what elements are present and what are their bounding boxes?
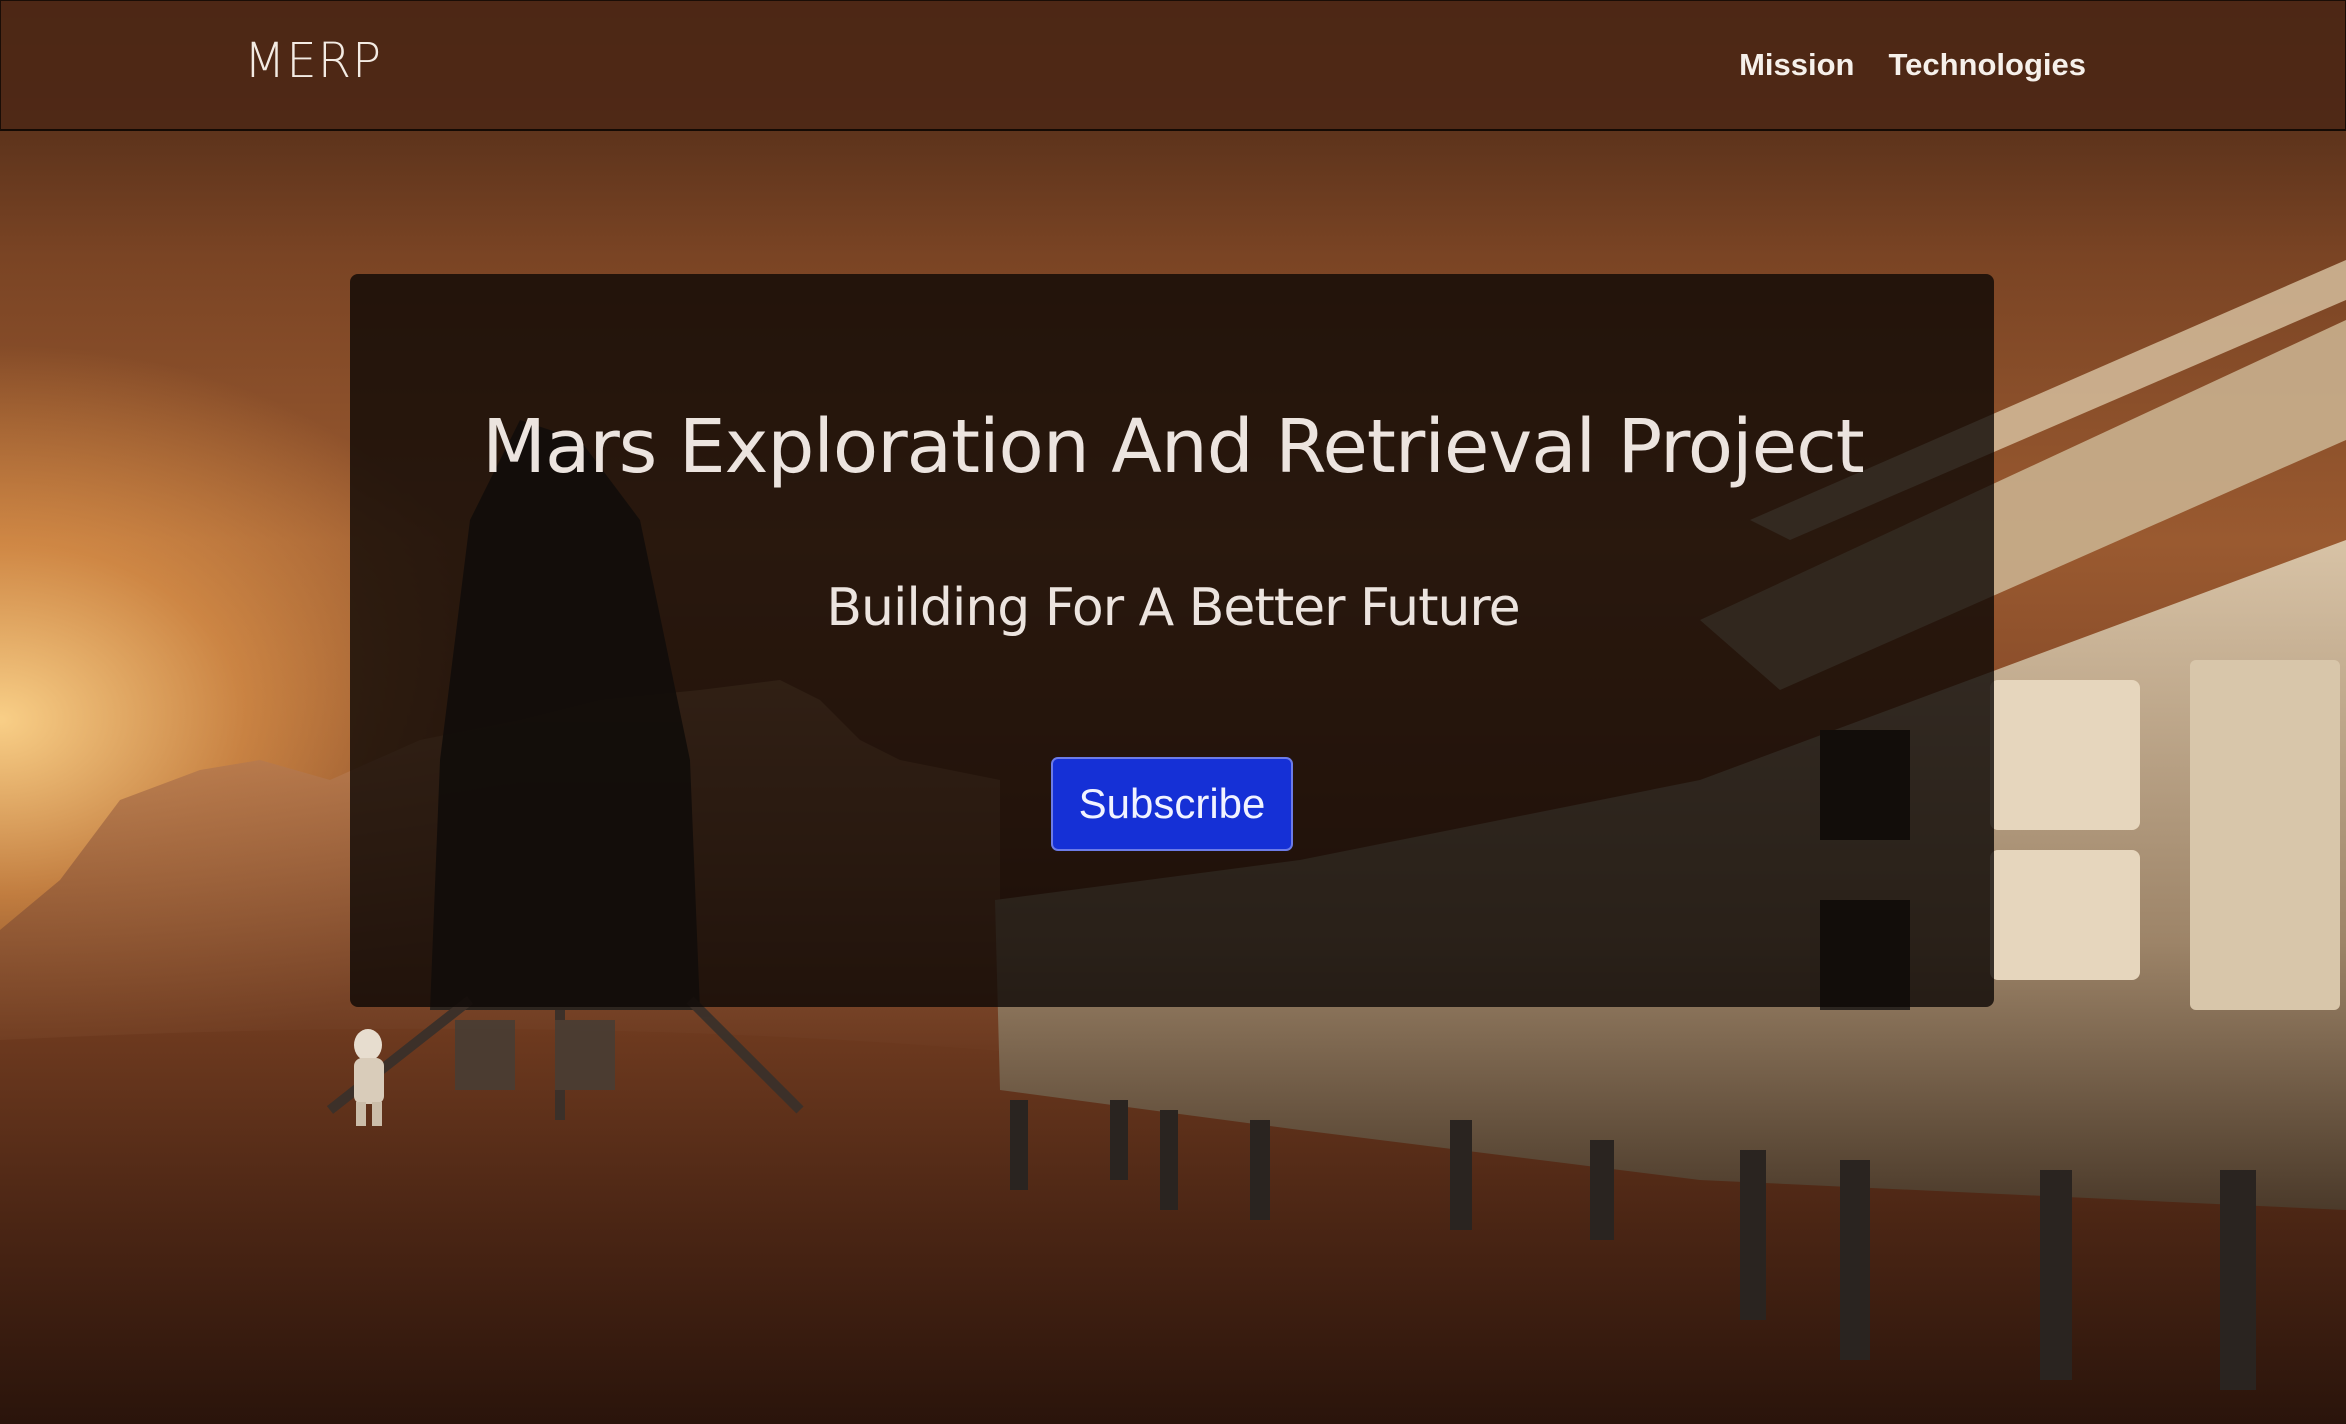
top-navbar: MERP Mission Technologies — [0, 0, 2346, 131]
nav-links: Mission Technologies — [1739, 49, 2086, 80]
hero-title: Mars Exploration And Retrieval Project — [482, 404, 1865, 490]
nav-link-technologies[interactable]: Technologies — [1888, 49, 2086, 80]
nav-link-mission[interactable]: Mission — [1739, 49, 1854, 80]
subscribe-button[interactable]: Subscribe — [1051, 757, 1293, 851]
brand-logo[interactable]: MERP — [244, 37, 382, 85]
landing-page: MERP Mission Technologies Mars Explorati… — [0, 0, 2346, 1424]
hero-panel — [350, 274, 1994, 1007]
hero-subtitle: Building For A Better Future — [826, 578, 1520, 638]
